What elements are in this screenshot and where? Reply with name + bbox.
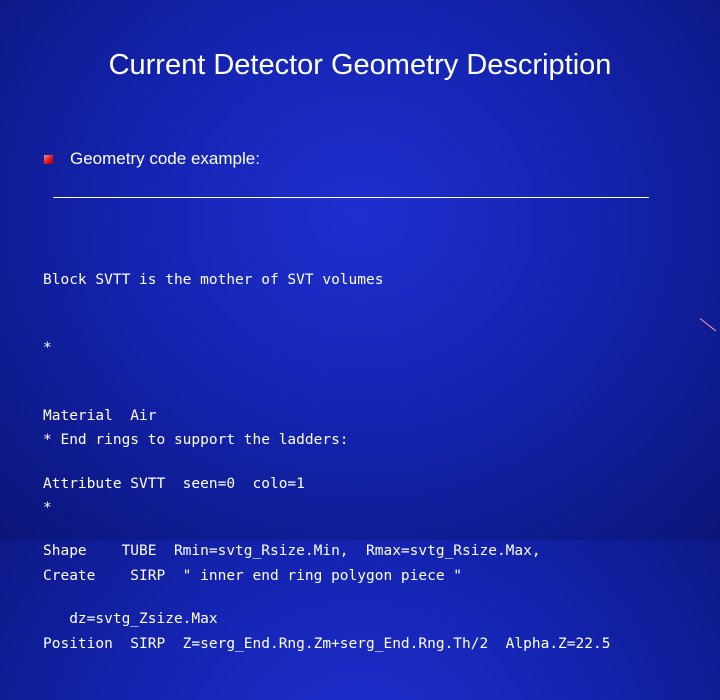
slide: Current Detector Geometry Description Ge… <box>0 0 720 652</box>
code-block-sirp: * End rings to support the ladders: * Cr… <box>43 384 610 700</box>
bullet-text: Geometry code example: <box>70 149 260 168</box>
decorative-corner-line <box>699 318 717 332</box>
code-line: Block SVTT is the mother of SVT volumes <box>43 272 384 289</box>
code-line: Position SIRP Z=serg_End.Rng.Zm+serg_End… <box>43 635 611 652</box>
slide-title: Current Detector Geometry Description <box>108 49 612 81</box>
code-line: Create SIRP " inner end ring polygon pie… <box>43 567 463 584</box>
code-line: * <box>43 339 52 356</box>
bullet-item: Geometry code example: <box>44 148 260 170</box>
horizontal-divider <box>53 197 649 198</box>
code-line: * End rings to support the ladders: <box>43 432 349 449</box>
bullet-square-icon <box>44 154 53 164</box>
code-line: * <box>43 499 52 516</box>
